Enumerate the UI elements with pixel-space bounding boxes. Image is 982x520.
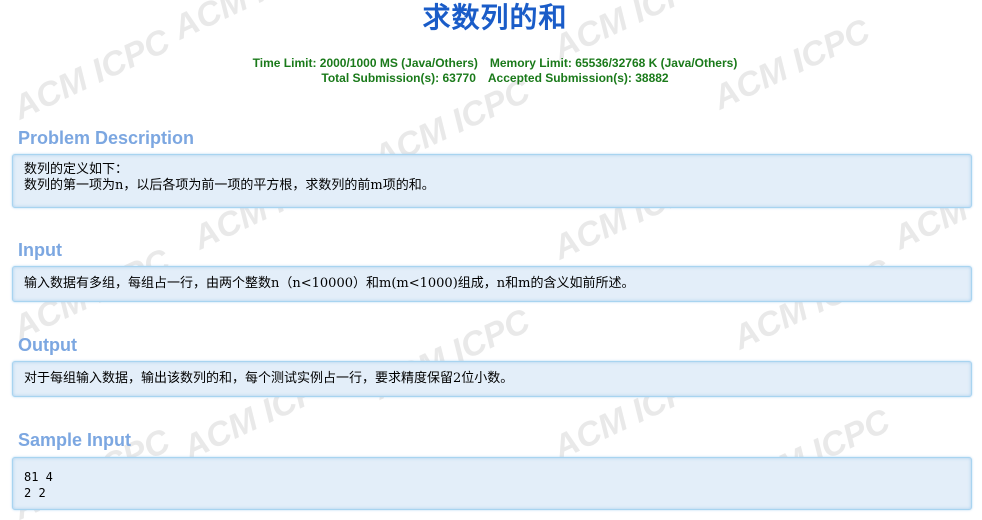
output-heading: Output <box>18 335 77 355</box>
limits-row-2: Total Submission(s): 63770 Accepted Submi… <box>0 71 982 86</box>
description-panel: 数列的定义如下： 数列的第一项为n，以后各项为前一项的平方根，求数列的前m项的和… <box>12 154 972 208</box>
sample-input-line: 81 4 <box>24 470 53 484</box>
input-line: 输入数据有多组，每组占一行，由两个整数n（n<10000）和m(m<1000)组… <box>24 276 635 291</box>
input-heading: Input <box>18 240 62 260</box>
description-line: 数列的定义如下： <box>24 162 129 177</box>
description-heading: Problem Description <box>18 128 195 148</box>
total-submissions: Total Submission(s): 63770 <box>321 71 476 85</box>
accepted-submissions: Accepted Submission(s): 38882 <box>487 71 669 85</box>
input-panel: 输入数据有多组，每组占一行，由两个整数n（n<10000）和m(m<1000)组… <box>12 266 972 302</box>
problem-title: 求数列的和 <box>422 1 568 34</box>
sample-input-line: 2 2 <box>24 486 46 500</box>
output-line: 对于每组输入数据，输出该数列的和，每个测试实例占一行，要求精度保留2位小数。 <box>24 371 514 386</box>
description-line: 数列的第一项为n，以后各项为前一项的平方根，求数列的前m项的和。 <box>24 178 435 193</box>
sample-input-panel: 81 4 2 2 <box>12 457 972 510</box>
time-limit: Time Limit: 2000/1000 MS (Java/Others) <box>252 56 478 70</box>
sample-input-heading: Sample Input <box>18 430 132 450</box>
limits-row-1: Time Limit: 2000/1000 MS (Java/Others) Me… <box>0 56 982 71</box>
output-panel: 对于每组输入数据，输出该数列的和，每个测试实例占一行，要求精度保留2位小数。 <box>12 361 972 397</box>
problem-limits: Time Limit: 2000/1000 MS (Java/Others) Me… <box>0 56 982 86</box>
memory-limit: Memory Limit: 65536/32768 K (Java/Others… <box>489 56 738 70</box>
